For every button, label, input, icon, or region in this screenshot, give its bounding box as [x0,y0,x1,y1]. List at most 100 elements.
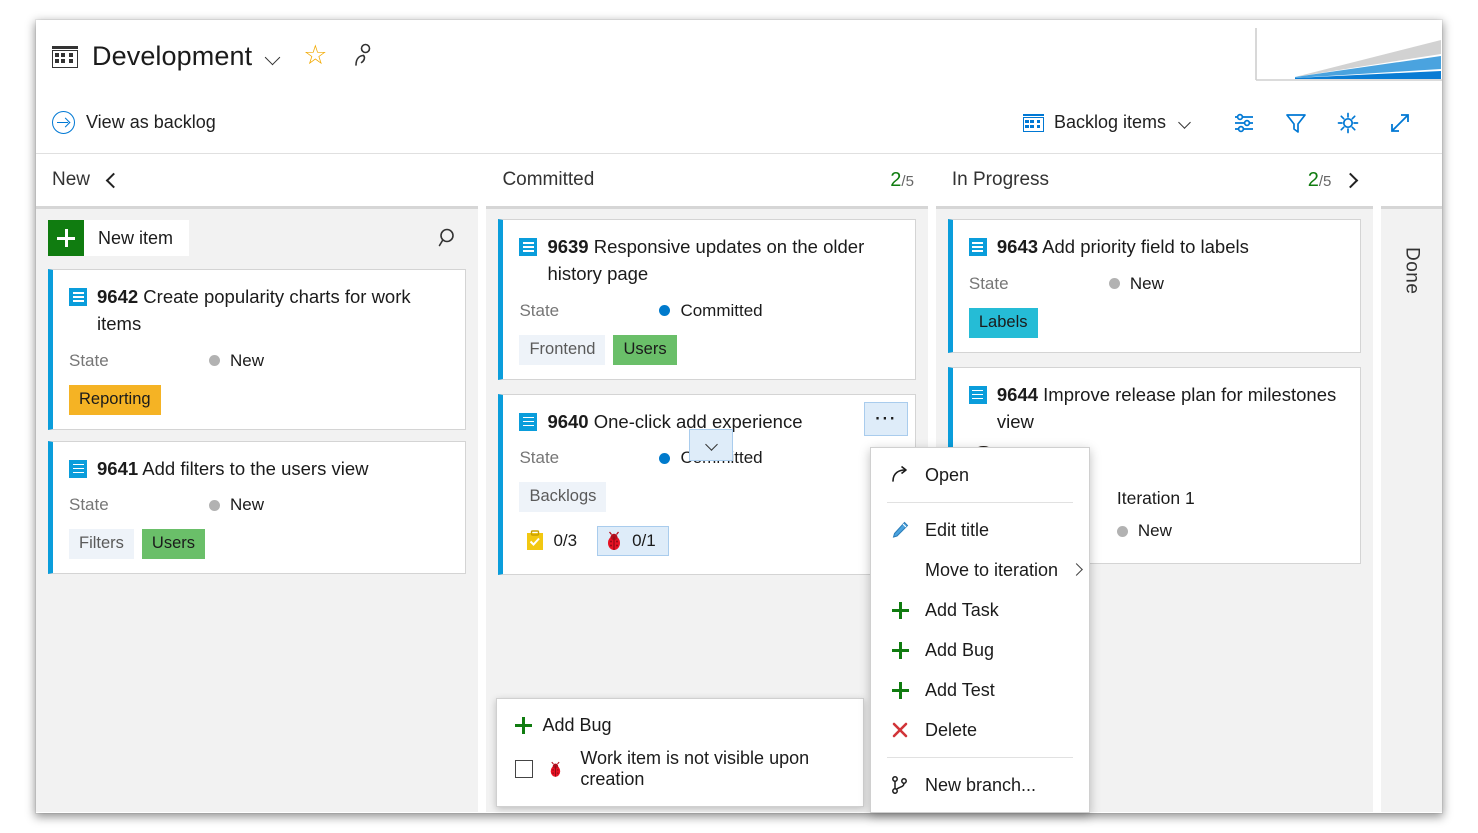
wip-current: 2 [1307,168,1319,191]
state-value[interactable]: Committed [659,301,763,321]
cumulative-flow-chart[interactable] [1255,28,1442,88]
state-dot-icon [209,355,220,367]
card-id: 9643 [996,236,1039,257]
card-9642[interactable]: 9642 Create popularity charts for work i… [48,269,467,430]
expand-column-button[interactable] [1331,160,1371,200]
menu-item-add-task[interactable]: Add Task [871,590,1089,630]
gear-icon[interactable] [1322,103,1374,143]
card-9643[interactable]: 9643 Add priority field to labels State … [947,219,1362,353]
circle-arrow-right-icon [52,111,75,134]
menu-item-edit-title[interactable]: Edit title [871,510,1089,550]
add-bug-action[interactable]: Add Bug [497,709,863,742]
branch-icon [889,774,911,796]
people-icon[interactable] [349,43,373,69]
bug-counter[interactable]: 0/1 [597,526,669,557]
state-value[interactable]: New [1108,273,1164,294]
star-icon[interactable]: ☆ [303,41,327,69]
new-item-button[interactable]: New item [48,220,190,256]
expand-diagonal-icon[interactable] [1374,103,1426,143]
collapse-column-button[interactable] [90,160,130,200]
product-backlog-item-icon [519,238,538,256]
state-dot-icon [209,499,220,511]
menu-item-label: Add Bug [925,639,995,660]
search-icon[interactable] [432,221,466,255]
visibility-hint-row[interactable]: Work item is not visible upon creation [497,742,863,796]
view-as-backlog-label: View as backlog [86,112,216,132]
menu-separator [887,757,1073,758]
card-tags: Backlogs [519,482,898,513]
column-divider [1373,154,1382,812]
chevron-down-icon[interactable] [265,50,281,66]
card-9639[interactable]: 9639 Responsive updates on the older his… [498,219,916,380]
tag[interactable]: Users [613,334,677,365]
product-backlog-item-icon [69,288,87,306]
product-backlog-item-icon [968,385,987,404]
new-item-label: New item [98,227,174,248]
menu-item-label: Move to iteration [925,559,1059,580]
board-column-committed: Committed 2/5 9639 Responsive updates on… [486,154,928,812]
tag[interactable]: Filters [69,529,134,560]
tag[interactable]: Reporting [69,384,161,415]
menu-item-label: Delete [925,719,978,740]
state-value[interactable]: New [209,495,264,515]
menu-item-new-branch[interactable]: New branch... [871,765,1089,805]
column-body-done[interactable]: Done [1381,206,1442,812]
state-label: State [69,495,109,515]
state-value[interactable]: New [209,351,264,371]
card-id: 9639 [547,236,589,257]
pencil-icon [889,519,911,541]
sliders-icon[interactable] [1218,103,1270,143]
state-label: State [519,448,560,468]
card-9641[interactable]: 9641 Add filters to the users view State… [48,440,467,575]
state-label: State [968,273,1009,293]
card-id: 9644 [996,383,1039,405]
card-title-text: Responsive updates on the older history … [547,236,865,284]
chevron-down-icon[interactable] [689,428,734,461]
card-9640[interactable]: ⋯ 9640 One-click add experience State Ba… [498,393,916,576]
view-as-backlog-button[interactable]: View as backlog [52,111,216,134]
menu-item-open[interactable]: Open [871,455,1089,495]
open-arrow-icon [889,464,911,486]
chevron-right-icon [1345,174,1358,187]
green-plus-icon [889,599,911,621]
state-text: New [1129,273,1164,293]
tag[interactable]: Users [141,529,206,560]
checkbox-unchecked-icon[interactable] [515,760,534,778]
menu-item-delete[interactable]: Delete [871,710,1089,750]
card-title: 9643 Add priority field to labels [997,234,1249,261]
chevron-down-icon [1178,116,1192,130]
kanban-board: New New item 9642 Create popularity char… [36,154,1442,812]
column-header-committed: Committed 2/5 [486,154,928,206]
tag[interactable]: Labels [968,307,1038,338]
screenshot-root: Development ☆ View as backlog Backlog it… [0,0,1478,833]
column-title: In Progress [951,169,1050,190]
filter-icon[interactable] [1270,103,1322,143]
column-divider [478,154,487,812]
state-text: New [1137,521,1172,541]
task-counter[interactable]: 0/3 [519,526,589,556]
iteration-value: Iteration 1 [1116,488,1195,509]
chevron-down-glyph [705,438,719,452]
board-header: Development ☆ [36,20,1442,92]
column-wip-count: 2/5 [890,169,914,192]
add-bug-label: Add Bug [542,715,612,735]
menu-item-add-bug[interactable]: Add Bug [871,630,1089,670]
board-column-new: New New item 9642 Create popularity char… [36,154,479,812]
column-wip-count: 2/5 [1308,169,1332,192]
bug-icon [608,531,621,551]
column-title: Committed [502,169,595,190]
backlog-items-selector[interactable]: Backlog items [1015,108,1200,137]
plus-icon [515,717,533,734]
menu-item-label: New branch... [925,774,1037,795]
tag[interactable]: Backlogs [519,482,607,513]
product-backlog-item-icon [968,238,987,256]
red-x-icon [889,719,911,741]
menu-item-add-test[interactable]: Add Test [871,670,1089,710]
card-title: 9641 Add filters to the users view [97,456,369,483]
state-value[interactable]: New [1116,521,1345,541]
more-actions-icon[interactable]: ⋯ [863,401,908,436]
tag[interactable]: Frontend [519,334,606,365]
menu-item-move-to-iteration[interactable]: Move to iteration [871,550,1089,590]
card-title: 9640 One-click add experience [547,409,802,436]
menu-item-label: Add Task [925,599,999,620]
